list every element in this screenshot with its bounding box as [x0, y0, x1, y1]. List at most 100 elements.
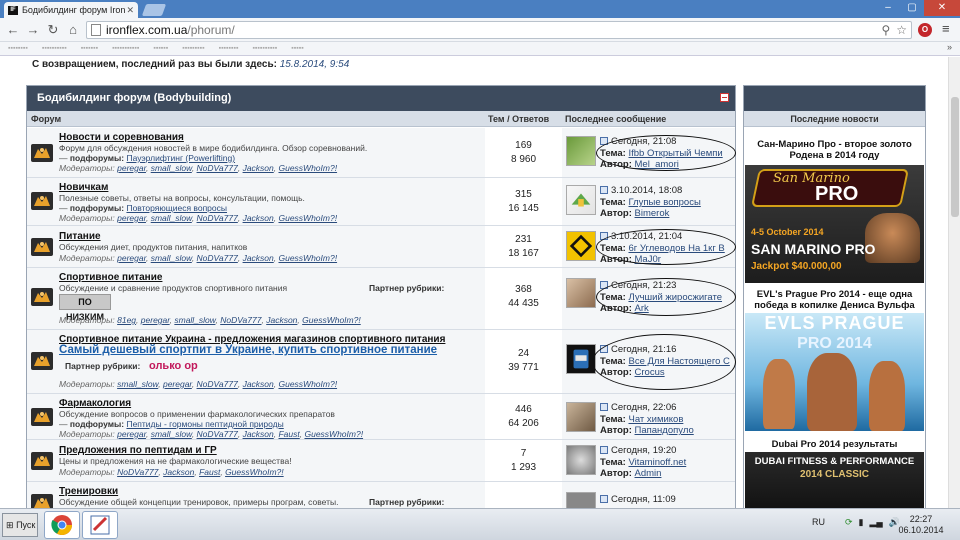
- moderator-link[interactable]: NoDVa777: [117, 467, 158, 477]
- last-topic-link[interactable]: Глупые вопросы: [628, 197, 700, 208]
- star-icon[interactable]: ☆: [896, 23, 907, 37]
- moderator-link[interactable]: small_slow: [117, 379, 158, 389]
- forum-name-link[interactable]: Фармакология: [59, 398, 131, 409]
- moderator-link[interactable]: Jackson: [243, 253, 274, 263]
- moderator-link[interactable]: NoDVa777: [197, 213, 238, 223]
- avatar[interactable]: [566, 136, 596, 166]
- moderator-link[interactable]: Jackson: [243, 379, 274, 389]
- moderator-link[interactable]: small_slow: [151, 253, 192, 263]
- menu-icon[interactable]: ≡: [942, 21, 950, 36]
- moderator-link[interactable]: peregar: [117, 163, 146, 173]
- forum-name-link[interactable]: Спортивное питание: [59, 272, 162, 283]
- subforum-link[interactable]: Повторяющиеся вопросы: [126, 203, 227, 213]
- forum-name-link[interactable]: Тренировки: [59, 486, 118, 497]
- bookmark-item[interactable]: ▪▪▪▪▪▪▪▪▪▪▪: [112, 45, 139, 52]
- bookmark-item[interactable]: ▪▪▪▪▪▪: [153, 45, 168, 52]
- partner-banner[interactable]: ПО НИЗКИМ: [59, 294, 111, 322]
- news-item-link[interactable]: Dubai Pro 2014 результаты: [744, 439, 925, 450]
- close-window-icon[interactable]: ✕: [924, 0, 960, 16]
- avatar[interactable]: [566, 402, 596, 432]
- search-icon[interactable]: ⚲: [881, 23, 890, 37]
- news-banner-dubai[interactable]: DUBAI FITNESS & PERFORMANCE 2014 CLASSIC: [745, 452, 924, 508]
- bookmark-item[interactable]: ▪▪▪▪▪▪▪▪▪▪: [252, 45, 277, 52]
- sync-icon[interactable]: ⟳: [845, 517, 853, 528]
- last-topic-link[interactable]: Чат химиков: [628, 414, 683, 425]
- moderator-link[interactable]: NoDVa777: [197, 163, 238, 173]
- moderator-link[interactable]: small_slow: [174, 315, 215, 325]
- bookmark-item[interactable]: ▪▪▪▪▪▪▪▪: [219, 45, 239, 52]
- avatar[interactable]: [566, 492, 596, 508]
- news-banner-sanmarino[interactable]: San Marino PRO 4-5 October 2014 SAN MARI…: [745, 165, 924, 283]
- moderator-link[interactable]: 81eg: [117, 315, 136, 325]
- back-arrow-icon[interactable]: ←: [4, 21, 22, 39]
- new-tab-button[interactable]: [141, 4, 167, 16]
- moderator-link[interactable]: Jackson: [243, 163, 274, 173]
- moderator-link[interactable]: Jackson: [243, 213, 274, 223]
- moderator-link[interactable]: GuessWhoIm?!: [304, 429, 363, 439]
- forum-name-link[interactable]: Новости и соревнования: [59, 132, 184, 143]
- promo-link[interactable]: Самый дешевый спортпит в Украине, купить…: [59, 344, 437, 356]
- signal-icon[interactable]: ▂▄: [870, 517, 883, 528]
- forum-name-link[interactable]: Питание: [59, 231, 101, 242]
- moderator-link[interactable]: Jackson: [163, 467, 194, 477]
- minimize-icon[interactable]: –: [876, 0, 900, 16]
- moderator-link[interactable]: NoDVa777: [197, 429, 238, 439]
- taskbar-paint[interactable]: [82, 511, 118, 539]
- moderator-link[interactable]: GuessWhoIm?!: [302, 315, 361, 325]
- subforum-link[interactable]: Пептиды - гормоны пептидной природы: [126, 419, 283, 429]
- moderator-link[interactable]: peregar: [117, 429, 146, 439]
- moderator-link[interactable]: Faust: [199, 467, 220, 477]
- browser-tab[interactable]: IF Бодибилдинг форум IronFle ✕: [4, 2, 138, 18]
- taskbar-chrome[interactable]: [44, 511, 80, 539]
- address-bar[interactable]: ironflex.com.ua /phorum/ ⚲ ☆: [86, 21, 912, 39]
- moderator-link[interactable]: small_slow: [151, 163, 192, 173]
- wifi-icon[interactable]: ▮: [859, 517, 864, 528]
- moderator-link[interactable]: GuessWhoIm?!: [278, 163, 337, 173]
- last-author-link[interactable]: Bimerok: [635, 208, 670, 219]
- last-author-link[interactable]: Admin: [635, 468, 662, 479]
- avatar[interactable]: [566, 445, 596, 475]
- avatar[interactable]: [566, 185, 596, 215]
- bookmark-item[interactable]: ▪▪▪▪▪▪▪: [81, 45, 98, 52]
- moderator-link[interactable]: small_slow: [151, 213, 192, 223]
- moderator-link[interactable]: NoDVa777: [197, 379, 238, 389]
- bookmark-item[interactable]: ▪▪▪▪▪▪▪▪▪: [182, 45, 204, 52]
- moderator-link[interactable]: peregar: [163, 379, 192, 389]
- home-icon[interactable]: ⌂: [64, 21, 82, 39]
- bookmark-item[interactable]: ▪▪▪▪▪▪▪▪▪▪: [42, 45, 67, 52]
- moderator-link[interactable]: peregar: [117, 253, 146, 263]
- extension-icon[interactable]: O: [918, 23, 932, 37]
- news-item-link[interactable]: EVL's Prague Pro 2014 - еще одна победа …: [744, 289, 925, 311]
- last-author-link[interactable]: Папандопуло: [635, 425, 694, 436]
- bookmarks-overflow-icon[interactable]: »: [947, 42, 952, 52]
- forum-name-link[interactable]: Новичкам: [59, 182, 108, 193]
- close-tab-icon[interactable]: ✕: [126, 5, 134, 16]
- reload-icon[interactable]: ↻: [44, 21, 62, 39]
- bookmark-item[interactable]: ▪▪▪▪▪: [291, 45, 303, 52]
- moderator-link[interactable]: Faust: [278, 429, 299, 439]
- moderator-link[interactable]: NoDVa777: [197, 253, 238, 263]
- page-scrollbar[interactable]: [948, 57, 960, 508]
- moderator-link[interactable]: GuessWhoIm?!: [225, 467, 284, 477]
- scrollbar-thumb[interactable]: [951, 97, 959, 217]
- forum-name-link[interactable]: Предложения по пептидам и ГР: [59, 445, 217, 456]
- moderator-link[interactable]: Jackson: [266, 315, 297, 325]
- bookmark-item[interactable]: ▪▪▪▪▪▪▪▪: [8, 45, 28, 52]
- moderator-link[interactable]: peregar: [141, 315, 170, 325]
- moderator-link[interactable]: peregar: [117, 213, 146, 223]
- moderator-link[interactable]: Jackson: [243, 429, 274, 439]
- subforum-link[interactable]: Пауэрлифтинг (Powerlifting): [126, 153, 235, 163]
- moderator-link[interactable]: GuessWhoIm?!: [278, 253, 337, 263]
- avatar[interactable]: [566, 278, 596, 308]
- moderator-link[interactable]: GuessWhoIm?!: [278, 213, 337, 223]
- start-button[interactable]: ⊞ Пуск: [2, 513, 38, 537]
- moderator-link[interactable]: GuessWhoIm?!: [278, 379, 337, 389]
- forward-arrow-icon[interactable]: →: [24, 21, 42, 39]
- moderator-link[interactable]: small_slow: [151, 429, 192, 439]
- language-indicator[interactable]: RU: [812, 517, 825, 528]
- partner-ticker[interactable]: олько ор: [149, 360, 198, 372]
- collapse-icon[interactable]: [720, 93, 729, 102]
- last-topic-link[interactable]: Vitaminoff.net: [628, 457, 686, 468]
- avatar[interactable]: [566, 231, 596, 261]
- moderator-link[interactable]: NoDVa777: [220, 315, 261, 325]
